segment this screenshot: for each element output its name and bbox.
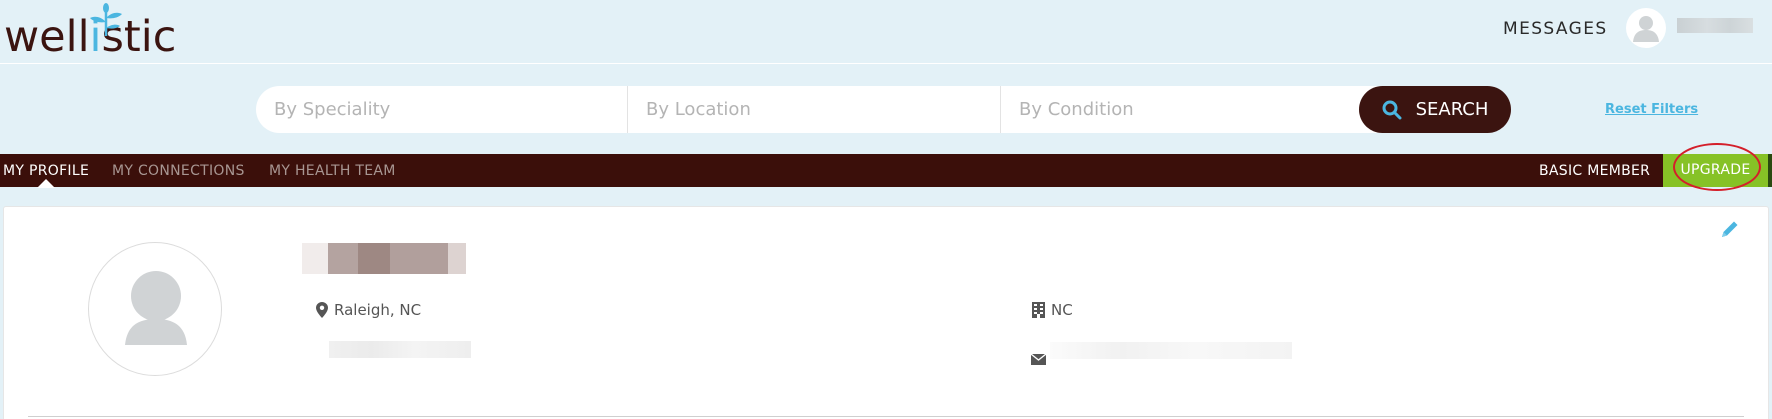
profile-card <box>3 206 1769 419</box>
upgrade-highlight-annotation <box>1673 143 1761 191</box>
profile-avatar[interactable] <box>88 242 222 376</box>
building-icon <box>1032 302 1045 318</box>
user-avatar[interactable] <box>1626 8 1666 48</box>
leaf-icon <box>90 3 122 37</box>
logo-part-well: well <box>4 12 90 62</box>
location-input[interactable]: By Location <box>628 86 1001 133</box>
nav-edge <box>1768 154 1772 187</box>
speciality-input[interactable]: By Speciality <box>256 86 628 133</box>
location-text: Raleigh, NC <box>334 301 422 319</box>
profile-nav-bar: MY PROFILE MY CONNECTIONS MY HEALTH TEAM… <box>0 154 1772 188</box>
search-button[interactable]: SEARCH <box>1359 86 1511 133</box>
tab-my-profile[interactable]: MY PROFILE <box>3 163 89 179</box>
card-divider <box>28 416 1744 417</box>
messages-link[interactable]: MESSAGES <box>1503 19 1608 39</box>
profile-organization: NC <box>1032 301 1073 319</box>
top-header: wellistic MESSAGES <box>0 0 1772 64</box>
username-redacted[interactable] <box>1677 18 1753 33</box>
search-bar: By Speciality By Location By Condition <box>256 86 1511 133</box>
active-tab-caret-icon <box>37 179 55 188</box>
user-silhouette-icon <box>125 271 187 345</box>
membership-status: BASIC MEMBER <box>1539 163 1651 179</box>
map-pin-icon <box>316 302 328 318</box>
wellistic-logo[interactable]: wellistic <box>4 2 180 62</box>
search-button-label: SEARCH <box>1415 99 1489 120</box>
user-silhouette-icon <box>1633 16 1659 42</box>
email-redacted <box>1050 342 1292 359</box>
reset-filters-link[interactable]: Reset Filters <box>1605 102 1698 117</box>
organization-text: NC <box>1051 301 1073 319</box>
profile-name-redacted <box>302 243 466 274</box>
location-detail-redacted <box>329 341 471 358</box>
pencil-edit-icon[interactable] <box>1719 218 1741 240</box>
envelope-icon <box>1031 354 1046 365</box>
profile-location: Raleigh, NC <box>316 301 421 319</box>
tab-my-health-team[interactable]: MY HEALTH TEAM <box>269 163 396 179</box>
search-icon <box>1382 100 1402 119</box>
condition-input[interactable]: By Condition <box>1001 86 1356 133</box>
tab-my-connections[interactable]: MY CONNECTIONS <box>112 163 245 179</box>
